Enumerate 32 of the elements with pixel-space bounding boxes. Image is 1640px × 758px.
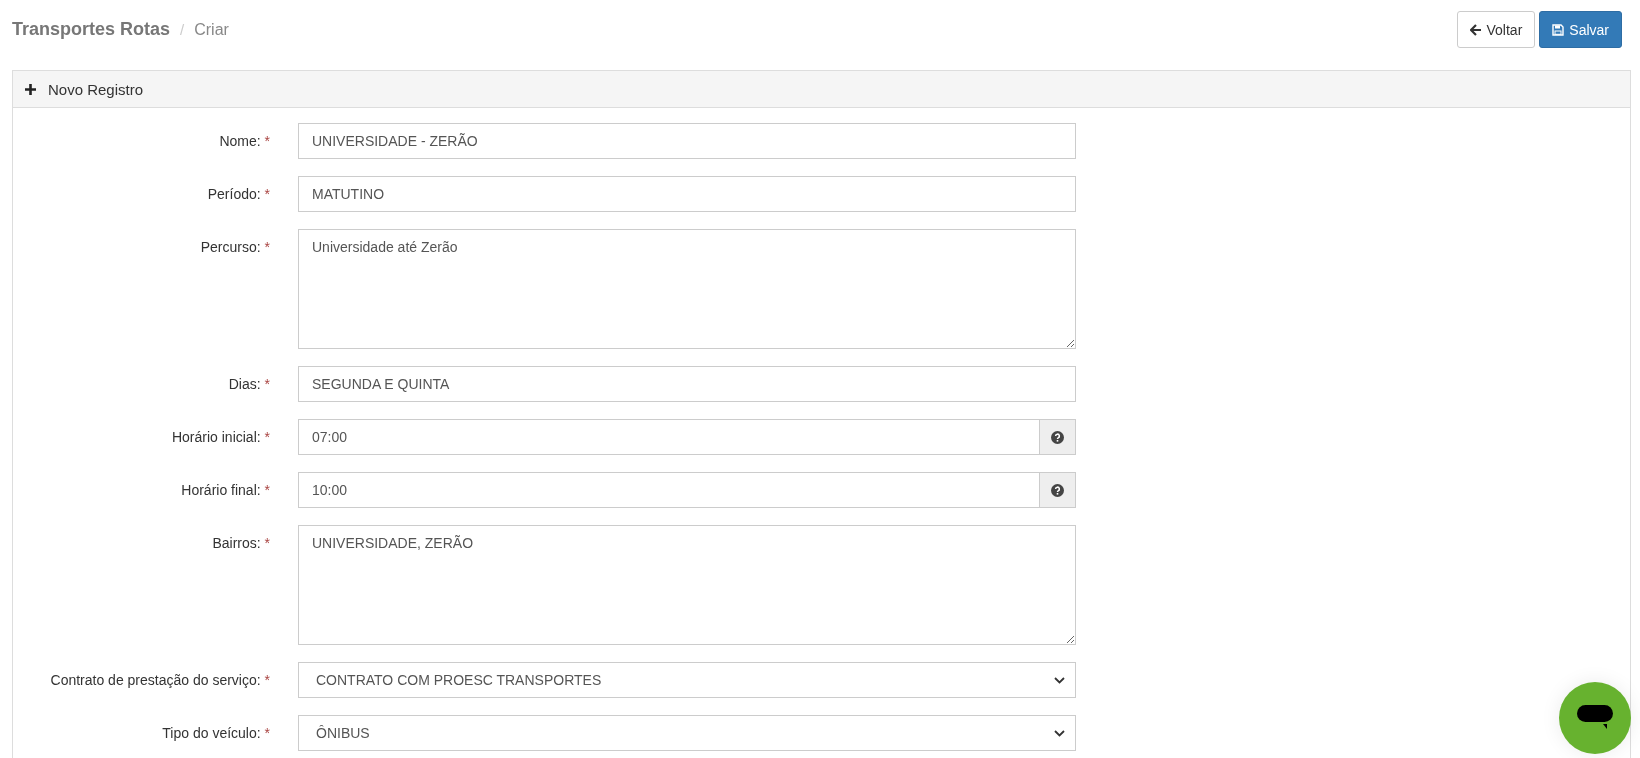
input-field[interactable]: UNIVERSIDADE - ZERÃO: [298, 123, 1076, 159]
text-area[interactable]: UNIVERSIDADE, ZERÃO: [298, 525, 1076, 645]
back-button[interactable]: Voltar: [1456, 11, 1536, 48]
select-field[interactable]: CONTRATO COM PROESC TRANSPORTES: [298, 662, 1076, 698]
help-button[interactable]: [1040, 472, 1076, 508]
time-field[interactable]: 07:00: [298, 419, 1040, 455]
plus-icon: [25, 83, 36, 95]
chevron-down-icon: [1054, 729, 1065, 737]
field-label: Dias: *: [227, 375, 270, 392]
help-button[interactable]: [1040, 419, 1076, 455]
input-field[interactable]: SEGUNDA E QUINTA: [298, 366, 1076, 402]
chevron-down-icon: [1054, 676, 1065, 684]
field-label: Bairros: *: [211, 534, 270, 551]
field-label: Contrato de prestação do serviço: *: [49, 671, 270, 688]
panel-title: Novo Registro: [48, 80, 144, 98]
field-label: Período: *: [206, 185, 270, 202]
breadcrumb-separator: /: [180, 21, 185, 38]
save-button[interactable]: Salvar: [1539, 11, 1622, 48]
text-area[interactable]: Universidade até Zerão: [298, 229, 1076, 349]
field-label: Horário final: *: [180, 481, 270, 498]
input-field[interactable]: MATUTINO: [298, 176, 1076, 212]
field-label: Nome: *: [218, 132, 270, 149]
help-icon: [1051, 483, 1064, 497]
page-title: Transportes Rotas: [12, 19, 171, 40]
time-field[interactable]: 10:00: [298, 472, 1040, 508]
help-icon: [1051, 430, 1064, 444]
arrow-left-icon: [1469, 23, 1482, 36]
breadcrumb-current: Criar: [194, 21, 229, 39]
field-label: Tipo do veículo: *: [161, 724, 270, 741]
field-label: Percurso: *: [199, 238, 270, 255]
field-label: Horário inicial: *: [170, 428, 270, 445]
select-field[interactable]: ÔNIBUS: [298, 715, 1076, 751]
